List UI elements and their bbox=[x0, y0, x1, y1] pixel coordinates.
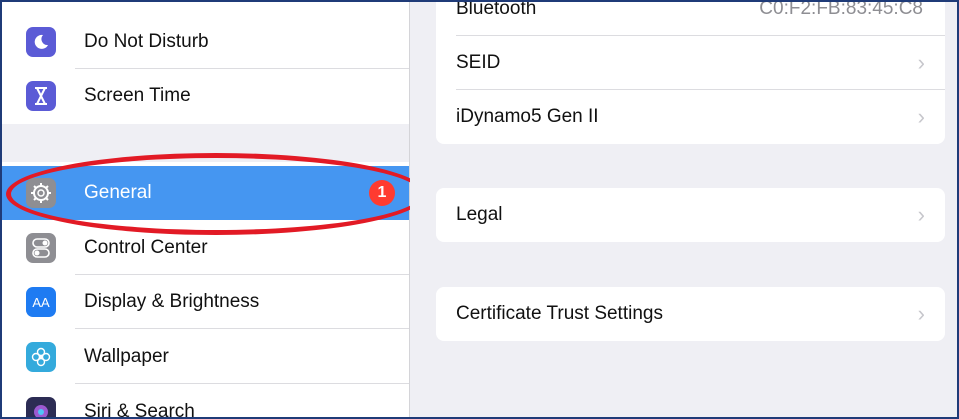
sidebar-item-label: Wallpaper bbox=[84, 346, 169, 367]
certificate-trust-row[interactable]: Certificate Trust Settings › bbox=[436, 287, 945, 341]
certificate-group: Certificate Trust Settings › bbox=[436, 287, 945, 341]
chevron-right-icon: › bbox=[917, 104, 925, 129]
chevron-right-icon: › bbox=[917, 50, 925, 75]
settings-detail: Bluetooth C0:F2:FB:83:45:C8 SEID › iDyna… bbox=[410, 2, 957, 417]
idynamo-label: iDynamo5 Gen II bbox=[456, 106, 599, 127]
sidebar-item-label: Control Center bbox=[84, 237, 208, 258]
about-group: Bluetooth C0:F2:FB:83:45:C8 SEID › iDyna… bbox=[436, 0, 945, 144]
certificate-trust-label: Certificate Trust Settings bbox=[456, 303, 663, 324]
bluetooth-value: C0:F2:FB:83:45:C8 bbox=[759, 0, 923, 19]
legal-row[interactable]: Legal › bbox=[436, 188, 945, 242]
hourglass-icon bbox=[26, 81, 56, 111]
moon-icon bbox=[26, 27, 56, 57]
seid-label: SEID bbox=[456, 52, 501, 73]
sidebar-item-display-brightness[interactable]: AA Display & Brightness bbox=[2, 275, 409, 329]
sidebar-item-screen-time[interactable]: Screen Time bbox=[2, 69, 409, 123]
siri-icon bbox=[26, 397, 56, 417]
sidebar-item-label: Display & Brightness bbox=[84, 291, 260, 312]
settings-window: Do Not Disturb Screen Time General 1 Con… bbox=[0, 0, 959, 419]
sidebar-item-siri-search[interactable]: Siri & Search bbox=[2, 385, 409, 419]
toggles-icon bbox=[26, 233, 56, 263]
bluetooth-label: Bluetooth bbox=[456, 0, 537, 19]
bluetooth-row: Bluetooth C0:F2:FB:83:45:C8 bbox=[436, 0, 945, 36]
sidebar-item-do-not-disturb[interactable]: Do Not Disturb bbox=[2, 15, 409, 69]
chevron-right-icon: › bbox=[917, 202, 925, 227]
idynamo-row[interactable]: iDynamo5 Gen II › bbox=[436, 90, 945, 144]
flower-icon bbox=[26, 342, 56, 372]
sidebar-item-label: Screen Time bbox=[84, 85, 191, 106]
seid-row[interactable]: SEID › bbox=[436, 36, 945, 90]
legal-label: Legal bbox=[456, 204, 503, 225]
sidebar-item-label: Siri & Search bbox=[84, 401, 195, 419]
highlight-annotation bbox=[6, 153, 426, 235]
sidebar-item-wallpaper[interactable]: Wallpaper bbox=[2, 330, 409, 384]
settings-sidebar: Do Not Disturb Screen Time General 1 Con… bbox=[2, 2, 426, 419]
text-size-icon: AA bbox=[26, 287, 56, 317]
legal-group: Legal › bbox=[436, 188, 945, 242]
sidebar-item-label: Do Not Disturb bbox=[84, 31, 209, 52]
chevron-right-icon: › bbox=[917, 301, 925, 326]
